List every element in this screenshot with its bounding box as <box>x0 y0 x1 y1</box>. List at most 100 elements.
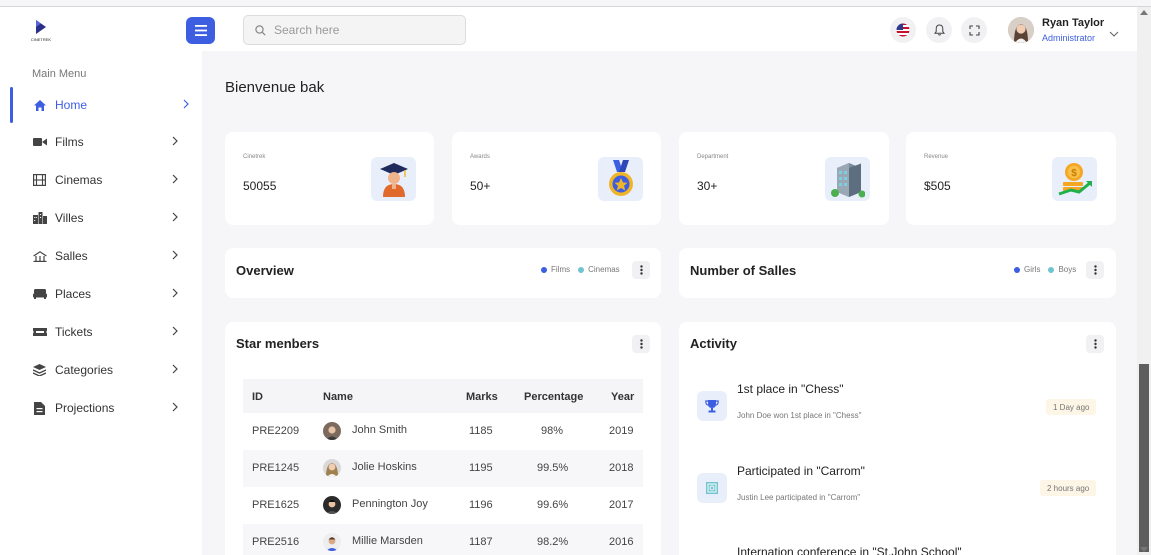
activity-card: Activity <box>679 322 1116 555</box>
stat-value: $505 <box>924 179 951 193</box>
more-vertical-icon <box>1093 339 1097 349</box>
us-flag-icon <box>896 23 910 37</box>
cell-marks: 1195 <box>469 462 493 474</box>
cell-year: 2017 <box>609 499 634 511</box>
legend-item-girls: Girls <box>1024 265 1041 274</box>
chevron-right-icon <box>172 171 178 189</box>
cell-year: 2018 <box>609 462 634 474</box>
column-header-marks[interactable]: Marks <box>466 391 498 403</box>
stat-value: 50+ <box>470 179 491 193</box>
chevron-right-icon <box>172 133 178 151</box>
sidebar-item-cinemas[interactable]: Cinemas <box>0 162 202 198</box>
search-input[interactable] <box>274 23 454 37</box>
cell-marks: 1185 <box>469 425 493 437</box>
stat-value: 30+ <box>697 179 718 193</box>
chevron-right-icon <box>172 323 178 341</box>
stat-card-revenue: Revenue $505 $ <box>906 132 1116 225</box>
user-name[interactable]: Ryan Taylor <box>1042 17 1104 29</box>
activity-description: Justin Lee participated in "Carrom" <box>737 493 861 502</box>
cell-name: Millie Marsden <box>352 535 423 547</box>
column-header-percentage[interactable]: Percentage <box>524 391 583 403</box>
search-box[interactable] <box>243 15 466 45</box>
column-header-id[interactable]: ID <box>252 391 263 403</box>
overview-legend: Films Cinemas <box>541 265 620 274</box>
svg-text:CINETREK: CINETREK <box>31 37 52 42</box>
sidebar-item-label: Cinemas <box>55 173 103 187</box>
stat-label: Cinetrek <box>243 154 266 160</box>
sidebar-item-projections[interactable]: Projections <box>0 390 202 426</box>
layers-icon <box>32 363 47 377</box>
table-row[interactable]: PRE1245 Jolie Hoskins 1195 99.5% 2018 <box>243 450 643 487</box>
film-strip-icon <box>32 173 47 187</box>
language-button[interactable] <box>890 17 916 43</box>
cell-name: Jolie Hoskins <box>352 461 417 473</box>
user-avatar[interactable] <box>1008 17 1034 43</box>
fullscreen-icon <box>968 24 980 36</box>
ticket-icon <box>32 325 47 339</box>
activity-title: 1st place in "Chess" <box>737 382 844 396</box>
scroll-down-arrow-icon[interactable] <box>1140 547 1148 552</box>
cell-name: Pennington Joy <box>352 498 428 510</box>
activity-title: Participated in "Carrom" <box>737 464 865 478</box>
coin-growth-icon: $ <box>1052 157 1097 201</box>
chevron-right-icon <box>172 399 178 417</box>
activity-time-badge: 2 hours ago <box>1040 480 1097 496</box>
legend-dot-icon <box>578 266 585 273</box>
sidebar-item-salles[interactable]: Salles <box>0 238 202 274</box>
column-header-name[interactable]: Name <box>323 391 353 403</box>
sidebar-item-label: Projections <box>55 401 115 415</box>
activity-more-button[interactable] <box>1086 335 1104 353</box>
chevron-down-icon[interactable] <box>1109 24 1119 42</box>
cell-id: PRE2516 <box>252 536 300 548</box>
sidebar-item-villes[interactable]: Villes <box>0 200 202 236</box>
activity-title: Activity <box>690 336 737 351</box>
sidebar-item-categories[interactable]: Categories <box>0 352 202 388</box>
fullscreen-button[interactable] <box>961 17 987 43</box>
column-header-year[interactable]: Year <box>611 391 634 403</box>
star-members-more-button[interactable] <box>632 335 650 353</box>
building-icon <box>825 157 870 201</box>
graduate-icon <box>371 157 416 201</box>
sidebar-item-label: Home <box>55 98 88 112</box>
star-members-title: Star menbers <box>236 336 320 351</box>
cinetrek-logo[interactable]: CINETREK <box>28 18 54 42</box>
stat-card-awards: Awards 50+ <box>452 132 661 225</box>
avatar <box>323 533 341 551</box>
chevron-right-icon <box>172 209 178 227</box>
cell-percentage: 98.2% <box>537 536 569 548</box>
scrollbar-thumb[interactable] <box>1139 364 1149 552</box>
menu-toggle-button[interactable] <box>186 17 215 44</box>
sidebar-item-films[interactable]: Films <box>0 124 202 160</box>
sidebar-item-label: Tickets <box>55 325 93 339</box>
search-icon <box>255 24 266 36</box>
sidebar-item-label: Films <box>55 135 84 149</box>
activity-time-badge: 1 Day ago <box>1046 399 1097 415</box>
overview-more-button[interactable] <box>632 261 650 279</box>
video-camera-icon <box>32 135 47 149</box>
sidebar-item-places[interactable]: Places <box>0 276 202 312</box>
seat-icon <box>32 287 47 301</box>
scroll-up-arrow-icon[interactable] <box>1140 10 1148 15</box>
legend-dot-icon <box>1014 266 1020 273</box>
sidebar-item-tickets[interactable]: Tickets <box>0 314 202 350</box>
sidebar-item-label: Salles <box>55 249 88 263</box>
more-vertical-icon <box>1093 265 1097 275</box>
sidebar-item-label: Places <box>55 287 92 301</box>
table-header: ID Name Marks Percentage Year <box>243 379 643 413</box>
avatar <box>323 422 341 440</box>
notifications-button[interactable] <box>926 17 952 43</box>
stat-label: Department <box>697 154 729 160</box>
page-scrollbar[interactable] <box>1137 7 1151 555</box>
salles-more-button[interactable] <box>1086 261 1104 279</box>
home-icon <box>32 98 47 112</box>
cell-percentage: 98% <box>541 425 564 437</box>
sidebar-item-home[interactable]: Home <box>0 87 202 123</box>
sidebar-section-label: Main Menu <box>32 68 87 80</box>
trophy-icon <box>697 391 727 421</box>
avatar <box>323 459 341 477</box>
more-vertical-icon <box>639 265 643 275</box>
cell-year: 2016 <box>609 536 634 548</box>
cell-id: PRE2209 <box>252 425 300 437</box>
table-row[interactable]: PRE2516 Millie Marsden 1187 98.2% 2016 <box>243 524 643 555</box>
chevron-right-icon <box>172 247 178 265</box>
